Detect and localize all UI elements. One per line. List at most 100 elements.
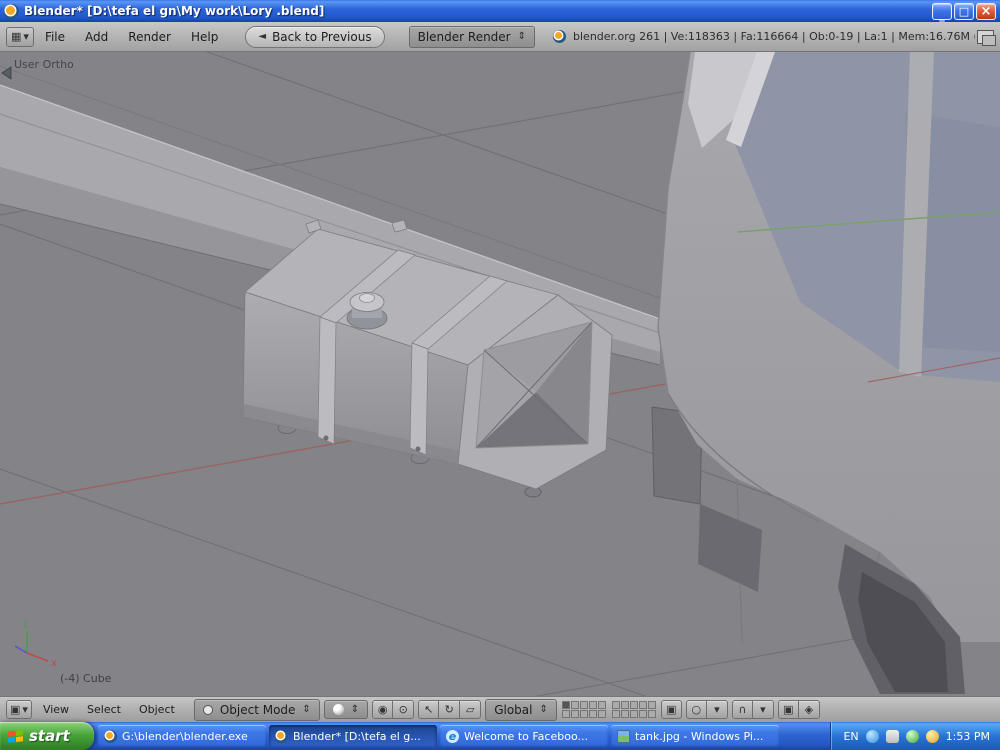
windows-flag-icon: [8, 729, 23, 743]
updown-arrow-icon: ⇕: [517, 31, 527, 42]
updown-arrow-icon: ⇕: [350, 704, 360, 715]
rotate-manipulator-button[interactable]: ↻: [439, 700, 461, 719]
layer-cell[interactable]: [579, 701, 588, 709]
layer-cell[interactable]: [588, 710, 597, 718]
layer-cell[interactable]: [561, 710, 570, 718]
transform-orientation-select[interactable]: Global ⇕: [485, 698, 557, 721]
taskbar-item-facebook[interactable]: e Welcome to Faceboo...: [440, 725, 608, 747]
scene-statistics: blender.org 261 | Ve:118363 | Fa:116664 …: [573, 30, 975, 43]
layer-cell[interactable]: [570, 710, 579, 718]
editor-type-icon: ▦: [11, 30, 22, 43]
pivot-point-button[interactable]: ◉: [372, 700, 394, 719]
task-buttons: G:\blender\blender.exe Blender* [D:\tefa…: [94, 722, 830, 750]
minimize-button[interactable]: _: [932, 2, 952, 21]
opengl-render-button[interactable]: ▣: [777, 700, 799, 719]
snap-group: ∩ ▾: [731, 700, 774, 719]
layer-cell[interactable]: [597, 701, 606, 709]
active-object-label: (-4) Cube: [60, 672, 112, 685]
lock-to-scene-button[interactable]: ▣: [660, 700, 682, 719]
internet-explorer-icon: e: [446, 729, 459, 743]
blender-logo-icon: [553, 30, 567, 43]
viewport-3d[interactable]: User Ortho (-4) Cube x z: [0, 52, 1000, 696]
layer-cell[interactable]: [638, 710, 647, 718]
menu-object[interactable]: Object: [132, 700, 182, 719]
layer-cell[interactable]: [561, 701, 570, 709]
viewport-shading-select[interactable]: ⇕: [323, 700, 369, 719]
clock: 1:53 PM: [945, 729, 990, 743]
layer-cell[interactable]: [638, 701, 647, 709]
layer-grid[interactable]: [611, 701, 656, 718]
scale-manipulator-button[interactable]: ▱: [460, 700, 482, 719]
status-line: blender.org 261 | Ve:118363 | Fa:116664 …: [553, 30, 975, 43]
layer-cell[interactable]: [588, 701, 597, 709]
layer-cell[interactable]: [647, 701, 656, 709]
menu-help[interactable]: Help: [182, 27, 227, 47]
layer-cell[interactable]: [611, 710, 620, 718]
blender-info-header: ▦ ▾ File Add Render Help ◄ Back to Previ…: [0, 22, 1000, 52]
menu-render[interactable]: Render: [119, 27, 180, 47]
menu-add[interactable]: Add: [76, 27, 117, 47]
updown-arrow-icon: ⇕: [539, 704, 548, 715]
layer-cell[interactable]: [647, 710, 656, 718]
volume-icon[interactable]: [885, 729, 899, 743]
view-name-label: User Ortho: [14, 58, 74, 71]
proportional-dropdown[interactable]: ▾: [706, 700, 728, 719]
layer-cell[interactable]: [629, 701, 638, 709]
axis-x-label: x: [51, 658, 57, 669]
mode-icon: [202, 704, 213, 715]
blender-app-icon: [4, 3, 19, 19]
language-indicator[interactable]: EN: [843, 730, 858, 743]
layer-cell[interactable]: [570, 701, 579, 709]
axis-z-label: z: [23, 619, 28, 630]
close-button[interactable]: ×: [976, 2, 996, 20]
snap-mode-dropdown[interactable]: ▾: [752, 700, 774, 719]
start-button[interactable]: start: [0, 722, 94, 750]
editor-type-icon: ▣: [10, 703, 21, 716]
taskbar-item-tank-jpg[interactable]: tank.jpg - Windows Pi...: [611, 725, 779, 747]
chevron-down-icon: ▾: [23, 30, 29, 43]
viewport-header: ▣ ▾ View Select Object Object Mode ⇕ ⇕ ◉…: [0, 696, 1000, 722]
maximize-button[interactable]: □: [954, 2, 974, 20]
shading-solid-icon: [332, 704, 344, 715]
menu-select[interactable]: Select: [80, 700, 128, 719]
menu-file[interactable]: File: [36, 27, 74, 47]
layer-cell[interactable]: [597, 710, 606, 718]
viewport-scene[interactable]: User Ortho (-4) Cube x z: [0, 52, 1000, 696]
taskbar-item-blender-exe[interactable]: G:\blender\blender.exe: [98, 725, 266, 747]
window-title: Blender* [D:\tefa el gn\My work\Lory .bl…: [24, 4, 325, 18]
snap-magnet-button[interactable]: ∩: [731, 700, 753, 719]
opengl-render-anim-button[interactable]: ◈: [798, 700, 820, 719]
proportional-edit-button[interactable]: ○: [685, 700, 707, 719]
filler-cap: [346, 292, 388, 330]
chevron-down-icon: ▾: [22, 703, 28, 716]
mode-select[interactable]: Object Mode ⇕: [193, 698, 320, 721]
manipulator-group: ↖ ↻ ▱: [418, 700, 482, 719]
pivot-group: ◉ ⊙: [372, 700, 415, 719]
system-tray: EN 1:53 PM: [830, 722, 1000, 750]
layer-grid[interactable]: [561, 701, 606, 718]
taskbar-item-blender-file[interactable]: Blender* [D:\tefa el g...: [269, 725, 437, 747]
layer-cell[interactable]: [620, 701, 629, 709]
titlebar: Blender* [D:\tefa el gn\My work\Lory .bl…: [0, 0, 1000, 22]
layer-cell[interactable]: [579, 710, 588, 718]
picture-viewer-icon: [617, 729, 630, 743]
screen-layout-icon[interactable]: [977, 29, 996, 46]
blender-icon: [104, 729, 117, 743]
render-engine-select[interactable]: Blender Render ⇕: [408, 25, 536, 48]
messenger-icon[interactable]: [865, 729, 879, 743]
network-icon[interactable]: [905, 729, 919, 743]
render-group: ▣ ◈: [777, 700, 820, 719]
blender-icon: [275, 729, 288, 743]
update-icon[interactable]: [925, 729, 939, 743]
layer-cell[interactable]: [629, 710, 638, 718]
back-arrow-icon: ◄: [258, 31, 267, 42]
layer-cell[interactable]: [620, 710, 629, 718]
layer-cell[interactable]: [611, 701, 620, 709]
back-to-previous-button[interactable]: ◄ Back to Previous: [245, 25, 385, 48]
menu-view[interactable]: View: [36, 700, 76, 719]
editor-type-button[interactable]: ▦ ▾: [6, 26, 34, 47]
editor-type-button-3dview[interactable]: ▣ ▾: [6, 700, 32, 719]
translate-manipulator-button[interactable]: ↖: [418, 700, 440, 719]
pivot-align-button[interactable]: ⊙: [393, 700, 415, 719]
updown-arrow-icon: ⇕: [302, 704, 311, 715]
